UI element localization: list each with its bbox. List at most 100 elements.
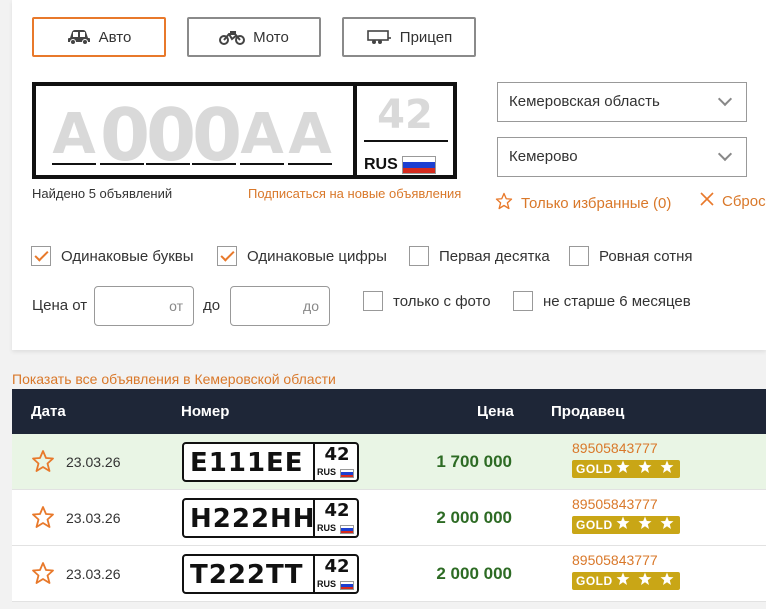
city-select-value: Кемерово bbox=[509, 148, 578, 165]
type-button-label: Прицеп bbox=[399, 28, 453, 46]
column-header-number: Номер bbox=[181, 403, 230, 420]
column-header-seller: Продавец bbox=[551, 403, 625, 420]
russian-flag-icon bbox=[340, 469, 354, 478]
badge-label: GOLD bbox=[576, 518, 613, 532]
plate-country-code: RUS bbox=[317, 579, 337, 589]
car-icon bbox=[67, 29, 91, 45]
city-select[interactable]: Кемерово bbox=[497, 137, 747, 177]
column-header-price[interactable]: Цена bbox=[477, 403, 514, 420]
badge-label: GOLD bbox=[576, 574, 613, 588]
plate-text: Н222НН bbox=[190, 504, 316, 534]
plate-text: Е111ЕЕ bbox=[190, 448, 304, 478]
gold-badge: GOLD bbox=[572, 572, 680, 590]
plate-divider bbox=[353, 86, 357, 175]
checkbox-same-letters[interactable]: Одинаковые буквы bbox=[31, 246, 194, 266]
plate-divider bbox=[313, 556, 315, 592]
table-row[interactable]: 23.03.26 Т222ТТ 42 RUS 2 000 000 8950584… bbox=[12, 546, 766, 602]
plate-letter-slot[interactable]: А bbox=[240, 105, 284, 165]
type-button-label: Авто bbox=[98, 28, 132, 46]
seller-phone[interactable]: 89505843777 bbox=[572, 552, 658, 568]
checkbox-box[interactable] bbox=[217, 246, 237, 266]
star-icon[interactable] bbox=[31, 561, 55, 590]
seller-phone[interactable]: 89505843777 bbox=[572, 440, 658, 456]
plate-digit-slot[interactable]: 0 bbox=[192, 99, 242, 171]
region-underline bbox=[364, 140, 448, 142]
table-row[interactable]: 23.03.26 Н222НН 42 RUS 2 000 000 8950584… bbox=[12, 490, 766, 546]
price-to-input[interactable]: до bbox=[230, 286, 330, 326]
show-all-link[interactable]: Показать все объявления в Кемеровской об… bbox=[12, 371, 336, 387]
results-count: Найдено 5 объявлений bbox=[32, 186, 173, 201]
plate-number-input[interactable]: А 0 0 0 А А 42 RUS bbox=[32, 82, 457, 179]
rating-stars-icon bbox=[616, 460, 676, 479]
checkbox-with-photo[interactable]: только с фото bbox=[363, 291, 491, 311]
gold-badge: GOLD bbox=[572, 460, 680, 478]
price-to-label: до bbox=[203, 297, 221, 314]
plate-divider bbox=[313, 500, 315, 536]
column-header-date[interactable]: Дата bbox=[31, 403, 66, 420]
checkbox-first-ten[interactable]: Первая десятка bbox=[409, 246, 550, 266]
plate-region: 42 bbox=[324, 444, 350, 465]
checkbox-box[interactable] bbox=[569, 246, 589, 266]
favorites-label: Только избранные (0) bbox=[521, 194, 672, 212]
subscribe-link[interactable]: Подписаться на новые объявления bbox=[248, 186, 461, 201]
type-button-auto[interactable]: Авто bbox=[32, 17, 166, 57]
star-icon bbox=[495, 192, 513, 214]
table-header: Дата Номер Цена Продавец bbox=[12, 389, 766, 434]
checkbox-box[interactable] bbox=[409, 246, 429, 266]
table-row[interactable]: 23.03.26 Е111ЕЕ 42 RUS 1 700 000 8950584… bbox=[12, 434, 766, 490]
russian-flag-icon bbox=[340, 581, 354, 590]
price-from-label: Цена от bbox=[32, 297, 88, 314]
plate-letter-slot[interactable]: А bbox=[52, 105, 96, 165]
checkbox-label: Одинаковые буквы bbox=[61, 247, 194, 265]
checkbox-label: Первая десятка bbox=[439, 247, 550, 265]
checkbox-label: не старше 6 месяцев bbox=[543, 292, 691, 310]
region-select[interactable]: Кемеровская область bbox=[497, 82, 747, 122]
gold-badge: GOLD bbox=[572, 516, 680, 534]
row-price: 2 000 000 bbox=[436, 564, 512, 583]
reset-label: Сбросить bbox=[722, 192, 766, 210]
plate-country-code: RUS bbox=[364, 156, 398, 173]
plate-letter-slot[interactable]: А bbox=[288, 105, 332, 165]
checkbox-label: только с фото bbox=[393, 292, 491, 310]
checkbox-box[interactable] bbox=[363, 291, 383, 311]
row-price: 2 000 000 bbox=[436, 508, 512, 527]
checkbox-box[interactable] bbox=[31, 246, 51, 266]
plate-divider bbox=[313, 444, 315, 480]
star-icon[interactable] bbox=[31, 505, 55, 534]
reset-button[interactable]: Сбросить bbox=[700, 192, 766, 210]
russian-flag-icon bbox=[402, 156, 436, 174]
checkbox-label: Ровная сотня bbox=[599, 247, 693, 265]
row-date: 23.03.26 bbox=[66, 510, 121, 526]
type-button-label: Мото bbox=[253, 28, 289, 46]
motorcycle-icon bbox=[219, 29, 246, 45]
plate-region: 42 bbox=[324, 556, 350, 577]
star-icon[interactable] bbox=[31, 449, 55, 478]
favorites-toggle[interactable]: Только избранные (0) bbox=[495, 192, 671, 214]
row-date: 23.03.26 bbox=[66, 566, 121, 582]
plate-digit-slot[interactable]: 0 bbox=[100, 99, 150, 171]
type-button-trailer[interactable]: Прицеп bbox=[342, 17, 476, 57]
plate-region-slot[interactable]: 42 bbox=[360, 92, 450, 138]
type-button-moto[interactable]: Мото bbox=[187, 17, 321, 57]
checkbox-round-hundred[interactable]: Ровная сотня bbox=[569, 246, 693, 266]
seller-phone[interactable]: 89505843777 bbox=[572, 496, 658, 512]
plate-text: Т222ТТ bbox=[190, 560, 304, 590]
region-select-value: Кемеровская область bbox=[509, 93, 660, 110]
checkbox-same-digits[interactable]: Одинаковые цифры bbox=[217, 246, 387, 266]
row-date: 23.03.26 bbox=[66, 454, 121, 470]
checkbox-not-older[interactable]: не старше 6 месяцев bbox=[513, 291, 691, 311]
plate-number[interactable]: Н222НН 42 RUS bbox=[182, 498, 359, 538]
chevron-down-icon bbox=[717, 91, 733, 107]
russian-flag-icon bbox=[340, 525, 354, 534]
row-price: 1 700 000 bbox=[436, 452, 512, 471]
price-from-input[interactable]: от bbox=[94, 286, 194, 326]
close-icon bbox=[700, 192, 714, 210]
checkbox-box[interactable] bbox=[513, 291, 533, 311]
badge-label: GOLD bbox=[576, 462, 613, 476]
chevron-down-icon bbox=[717, 146, 733, 162]
plate-number[interactable]: Е111ЕЕ 42 RUS bbox=[182, 442, 359, 482]
plate-country-code: RUS bbox=[317, 467, 337, 477]
rating-stars-icon bbox=[616, 516, 676, 535]
plate-number[interactable]: Т222ТТ 42 RUS bbox=[182, 554, 359, 594]
plate-digit-slot[interactable]: 0 bbox=[146, 99, 196, 171]
